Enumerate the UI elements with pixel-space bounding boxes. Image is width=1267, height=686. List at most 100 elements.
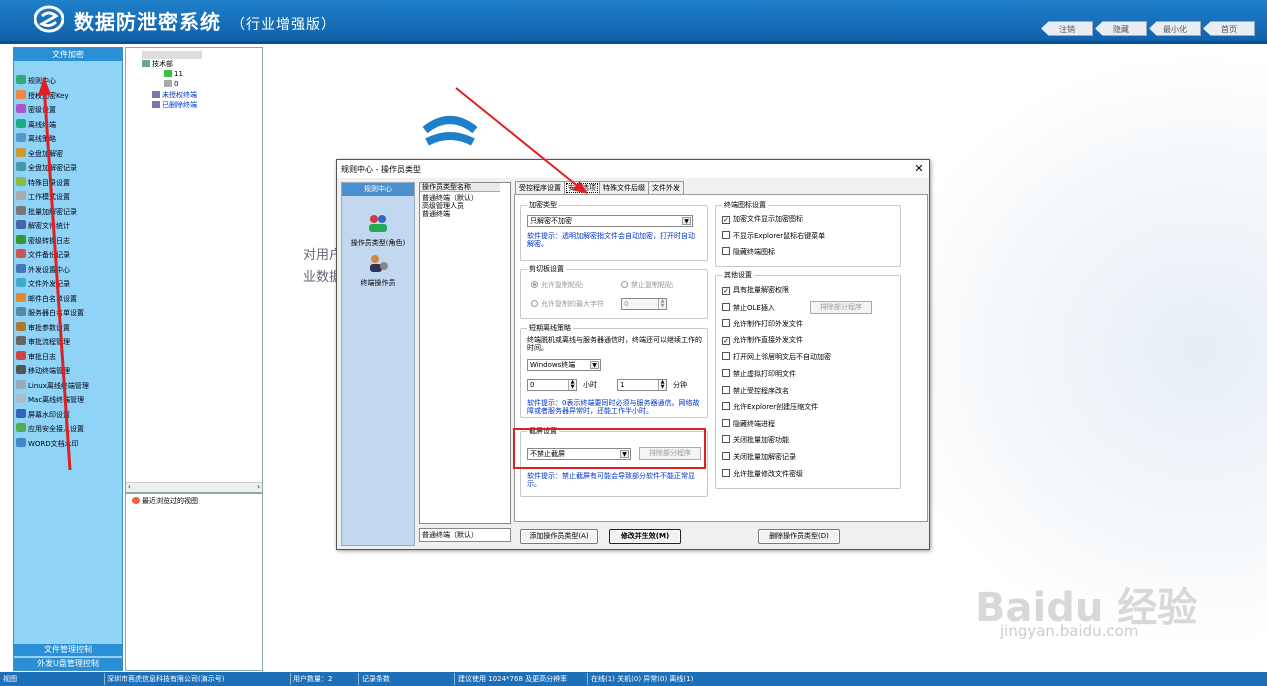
setting-checkbox[interactable]: 隐藏终端进程 bbox=[722, 418, 775, 429]
setting-checkbox[interactable]: 不显示Explorer鼠标右键菜单 bbox=[722, 231, 825, 241]
tree-node-unauthorized[interactable]: 未授权终端 bbox=[152, 91, 197, 100]
offline-minutes-input[interactable]: 1 ▲ ▼ bbox=[617, 379, 667, 391]
sidebar-item[interactable]: 特殊目录设置 bbox=[16, 176, 122, 190]
sidebar-item[interactable]: 离线策略 bbox=[16, 132, 122, 146]
setting-checkbox[interactable]: ✓ 允许制作直接外发文件 bbox=[722, 336, 803, 345]
usb-management-control-button[interactable]: 外发U盘管理控制 bbox=[14, 658, 122, 670]
checkbox-unchecked-icon[interactable] bbox=[722, 452, 730, 460]
clipboard-max-radio[interactable]: 允许复制的最大字符 bbox=[531, 300, 604, 309]
checkbox-unchecked-icon[interactable] bbox=[722, 418, 730, 427]
sidebar-item[interactable]: 授权加密Key bbox=[16, 89, 122, 103]
sidebar-header[interactable]: 文件加密 bbox=[14, 48, 122, 61]
sidebar-item[interactable]: 移动终端管理 bbox=[16, 364, 122, 378]
setting-checkbox[interactable]: 禁止受控程序改名 bbox=[722, 385, 789, 396]
checkbox-unchecked-icon[interactable] bbox=[722, 385, 730, 394]
sidebar-item[interactable]: 审批流程管理 bbox=[16, 335, 122, 349]
checkbox-unchecked-icon[interactable] bbox=[722, 352, 730, 361]
checkbox-unchecked-icon[interactable] bbox=[722, 231, 730, 239]
sidebar-item[interactable]: 审批参数设置 bbox=[16, 321, 122, 335]
dialog-tabs: 受控程序设置 安全选项 特殊文件后缀 文件外发 bbox=[515, 181, 684, 195]
type-name-input[interactable]: 普通终端（默认） bbox=[419, 528, 511, 542]
setting-checkbox[interactable]: 允许批量修改文件密级 bbox=[722, 468, 803, 479]
type-item-normal[interactable]: 普通终端 bbox=[422, 210, 450, 218]
nav-terminal-operator[interactable]: 终端操作员 bbox=[342, 253, 414, 288]
logout-button[interactable]: 注销 bbox=[1041, 21, 1093, 36]
type-item-senior[interactable]: 高级管理人员 bbox=[422, 202, 464, 210]
tab-file-outgoing[interactable]: 文件外发 bbox=[648, 181, 684, 194]
delete-operator-type-button[interactable]: 删除操作员类型(D) bbox=[758, 529, 840, 544]
type-item-default[interactable]: 普通终端（默认） bbox=[422, 194, 478, 202]
clipboard-max-input[interactable]: 0 ▲ ▼ bbox=[621, 298, 667, 310]
tab-controlled-programs[interactable]: 受控程序设置 bbox=[515, 181, 565, 194]
sidebar-item[interactable]: 文件备份记录 bbox=[16, 248, 122, 262]
setting-checkbox[interactable]: 隐藏终端图标 bbox=[722, 247, 775, 257]
ole-exclude-button[interactable]: 排除部分程序 bbox=[810, 301, 872, 314]
sidebar-item[interactable]: 解密文件统计 bbox=[16, 219, 122, 233]
sidebar-item[interactable]: 离线终端 bbox=[16, 118, 122, 132]
clipboard-allow-radio[interactable]: 允许复制粘贴 bbox=[531, 281, 583, 290]
setting-checkbox[interactable]: 允许Explorer创建压缩文件 bbox=[722, 402, 818, 412]
sidebar-item[interactable]: 批量加解密记录 bbox=[16, 205, 122, 219]
spinner-icon[interactable]: ▲ ▼ bbox=[658, 380, 666, 390]
checkbox-unchecked-icon[interactable] bbox=[722, 302, 730, 311]
recent-views-node[interactable]: 最近浏览过的视图 bbox=[132, 497, 198, 506]
sidebar-item[interactable]: 密级转换日志 bbox=[16, 234, 122, 248]
setting-checkbox[interactable]: 禁止OLE插入 bbox=[722, 302, 775, 313]
add-operator-type-button[interactable]: 添加操作员类型(A) bbox=[520, 529, 598, 544]
sidebar-item[interactable]: 全盘加解密 bbox=[16, 147, 122, 161]
sidebar-item[interactable]: WORD文档水印 bbox=[16, 437, 122, 451]
tree-horizontal-scrollbar[interactable]: ‹ › bbox=[126, 482, 262, 492]
checkbox-unchecked-icon[interactable] bbox=[722, 369, 730, 377]
setting-checkbox[interactable]: 关闭批量加解密记录 bbox=[722, 452, 796, 462]
nav-operator-role[interactable]: 操作员类型(角色) bbox=[342, 213, 414, 248]
save-apply-button[interactable]: 修改并生效(M) bbox=[609, 529, 681, 544]
sidebar-item[interactable]: 全盘加解密记录 bbox=[16, 161, 122, 175]
checkbox-unchecked-icon[interactable] bbox=[722, 247, 730, 255]
tree-node-terminal-1[interactable]: 11 bbox=[164, 70, 183, 79]
sidebar-item[interactable]: Linux离线终端管理 bbox=[16, 379, 122, 393]
tree-node-deleted[interactable]: 已删除终端 bbox=[152, 101, 197, 110]
sidebar-item[interactable]: 服务器白名单设置 bbox=[16, 306, 122, 320]
scroll-right-icon[interactable]: › bbox=[257, 483, 260, 492]
sidebar-item[interactable]: 审批日志 bbox=[16, 350, 122, 364]
checkbox-checked-icon[interactable]: ✓ bbox=[722, 216, 730, 224]
offline-hours-input[interactable]: 0 ▲ ▼ bbox=[527, 379, 577, 391]
home-button[interactable]: 首页 bbox=[1203, 21, 1255, 36]
tree-node-terminal-2[interactable]: 0 bbox=[164, 80, 178, 89]
setting-checkbox[interactable]: 打开网上邻居明文后不自动加密 bbox=[722, 352, 831, 362]
spinner-icon[interactable]: ▲ ▼ bbox=[658, 299, 666, 309]
tab-special-suffix[interactable]: 特殊文件后缀 bbox=[599, 181, 649, 194]
checkbox-unchecked-icon[interactable] bbox=[722, 319, 730, 328]
setting-checkbox[interactable]: ✓ 加密文件显示加密图标 bbox=[722, 215, 803, 224]
tab-security-options[interactable]: 安全选项 bbox=[564, 181, 600, 195]
checkbox-unchecked-icon[interactable] bbox=[722, 468, 730, 477]
tree-node-tech-dept[interactable]: 技术部 bbox=[142, 60, 173, 69]
sidebar-item[interactable]: 工作模式设置 bbox=[16, 190, 122, 204]
minimize-button[interactable]: 最小化 bbox=[1149, 21, 1201, 36]
sidebar-item[interactable]: 规则中心 bbox=[16, 74, 122, 88]
type-list-header[interactable]: 操作员类型名称 bbox=[420, 183, 500, 192]
setting-checkbox[interactable]: ✓ 具有批量解密权限 bbox=[722, 286, 789, 295]
sidebar-item[interactable]: 外发设置中心 bbox=[16, 263, 122, 277]
setting-checkbox[interactable]: 禁止虚拟打印明文件 bbox=[722, 369, 796, 379]
sidebar-item[interactable]: 屏幕水印设置 bbox=[16, 408, 122, 422]
close-icon[interactable]: ✕ bbox=[913, 162, 925, 175]
setting-checkbox[interactable]: 允许制作打印外发文件 bbox=[722, 319, 803, 329]
encrypt-type-select[interactable]: 只解密不加密 ▼ bbox=[527, 215, 693, 227]
sidebar-item[interactable]: 密级设置 bbox=[16, 103, 122, 117]
sidebar-item[interactable]: 邮件白名单设置 bbox=[16, 292, 122, 306]
spinner-icon[interactable]: ▲ ▼ bbox=[568, 380, 576, 390]
checkbox-checked-icon[interactable]: ✓ bbox=[722, 336, 730, 345]
checkbox-unchecked-icon[interactable] bbox=[722, 402, 730, 411]
checkbox-checked-icon[interactable]: ✓ bbox=[722, 287, 730, 295]
sidebar-item[interactable]: 文件外发记录 bbox=[16, 277, 122, 291]
terminal-os-select[interactable]: Windows终端 ▼ bbox=[527, 359, 601, 371]
setting-checkbox[interactable]: 关闭批量加密功能 bbox=[722, 435, 789, 445]
clipboard-forbid-radio[interactable]: 禁止复制粘贴 bbox=[621, 281, 673, 290]
file-management-control-button[interactable]: 文件管理控制 bbox=[14, 644, 122, 656]
sidebar-item[interactable]: 应用安全接入设置 bbox=[16, 422, 122, 436]
scroll-left-icon[interactable]: ‹ bbox=[128, 483, 131, 492]
checkbox-unchecked-icon[interactable] bbox=[722, 435, 730, 444]
sidebar-item[interactable]: Mac离线终端管理 bbox=[16, 393, 122, 407]
hide-button[interactable]: 隐藏 bbox=[1095, 21, 1147, 36]
